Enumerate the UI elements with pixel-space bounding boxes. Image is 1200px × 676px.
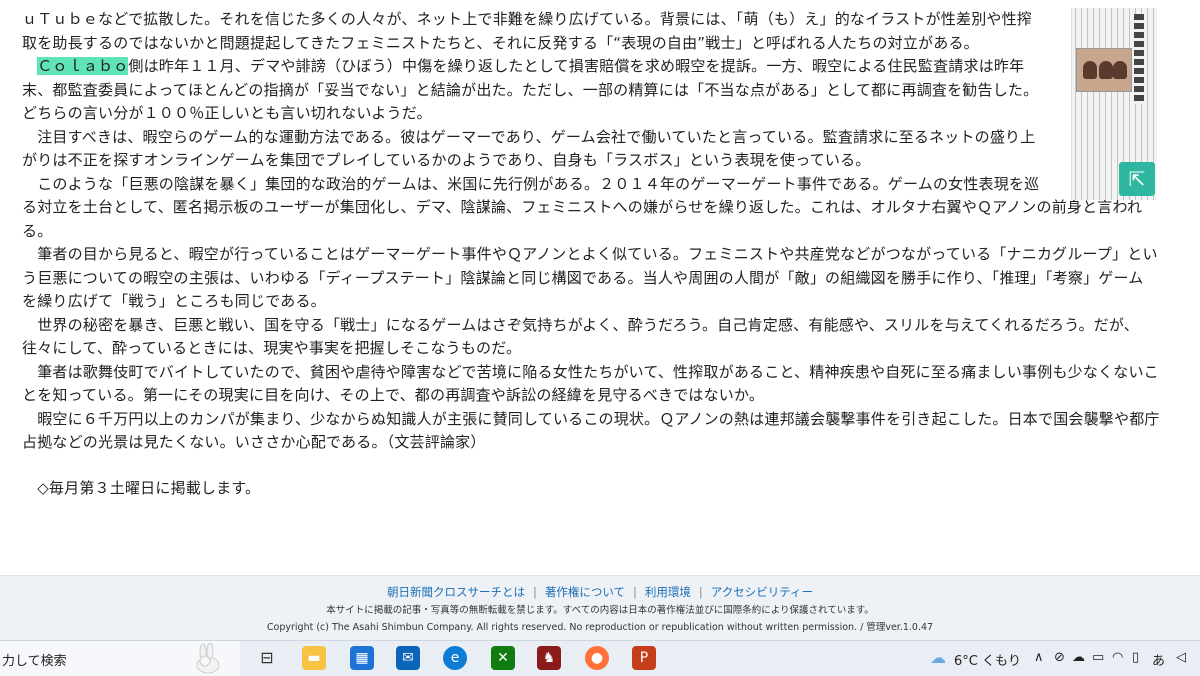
mail-icon[interactable]: ✉	[396, 646, 420, 670]
article-line: 筆者は歌舞伎町でバイトしていたので、貧困や虐待や障害などで苦境に陥る女性たちがい…	[22, 362, 1159, 381]
wifi-icon[interactable]: ◠	[1112, 650, 1123, 665]
article-line: う巨悪についての暇空の主張は、いわゆる「ディープステート」陰謀論と同じ構図である…	[22, 268, 1144, 287]
article-line: ｕＴｕｂｅなどで拡散した。それを信じた多くの人々が、ネット上で非難を繰り広げてい…	[22, 10, 1033, 28]
footer-copyright: Copyright (c) The Asahi Shimbun Company.…	[266, 622, 934, 633]
article-line: 筆者の目から見ると、暇空が行っていることはゲーマーゲート事件やＱアノンとよく似て…	[22, 245, 1158, 263]
taskbar-search[interactable]: 力して検索	[0, 641, 240, 676]
edge-browser-icon[interactable]: e	[443, 646, 467, 670]
weather-text[interactable]: 6°C くもり	[954, 650, 1021, 669]
article-line: 注目すべきは、暇空らのゲーム的な運動方法である。彼はゲーマーであり、ゲーム会社で…	[22, 127, 1036, 146]
cloud-sync-icon[interactable]: ☁	[1072, 650, 1085, 665]
clipping-photo	[1076, 48, 1132, 92]
microsoft-store-icon[interactable]: ▦	[350, 646, 374, 670]
article-line: 往々にして、酔っているときには、現実や事実を把握しそこなうものだ。	[22, 339, 522, 357]
footer-links: 朝日新聞クロスサーチとは | 著作権について | 利用環境 | アクセシビリティー	[386, 585, 813, 599]
article-line: 末、都監査委員によってほとんどの指摘が「妥当でない」と結論が出た。ただし、一部の…	[22, 80, 1039, 99]
xbox-icon[interactable]: ✕	[491, 646, 515, 670]
footer-link-environment[interactable]: 利用環境	[645, 585, 691, 599]
article-line: 世界の秘密を暴き、巨悪と戦い、国を守る「戦士」になるゲームはさぞ気持ちがよく、酔…	[22, 315, 1140, 334]
article-line: る対立を土台として、匿名掲示板のユーザーが集団化し、デマ、陰謀論、フェミニストへ…	[22, 198, 1143, 216]
expand-view-icon[interactable]: ⇱	[1119, 162, 1155, 196]
game-app-icon[interactable]: ♞	[537, 646, 561, 670]
cloud-weather-icon[interactable]: ☁	[930, 648, 946, 667]
search-placeholder: 力して検索	[2, 654, 67, 669]
battery-icon[interactable]: ▭	[1092, 650, 1104, 665]
footer-link-copyright[interactable]: 著作権について	[545, 585, 625, 599]
article-line: がりは不正を探すオンラインゲームを集団でプレイしているかのようであり、自身も「ラ…	[22, 151, 871, 169]
schedule-note: ◇毎月第３土曜日に掲載します。	[22, 478, 261, 497]
article-line: 占拠などの光景は見たくない。いささか心配である。（文芸評論家）	[22, 433, 486, 451]
article-text: 側は昨年１１月、デマや誹謗（ひぼう）中傷を繰り返したとして損害賠償を求め暇空を提…	[128, 57, 1025, 75]
task-view-icon[interactable]: ⊟	[255, 646, 279, 670]
search-highlight: Ｃｏｌａｂｏ	[37, 57, 129, 75]
chevron-up-icon[interactable]: ∧	[1034, 650, 1044, 665]
article-line: 取を助長するのではないかと問題提起してきたフェミニストたちと、それに反発する「“…	[22, 33, 979, 52]
article-line: 暇空に６千万円以上のカンパが集まり、少なからぬ知識人が主張に賛同しているこの現状…	[22, 409, 1160, 428]
windows-taskbar: 力して検索 ⊟ ▬ ▦ ✉ e ✕ ♞ ● P ☁ 6°C くもり ∧ ⊘ ☁ …	[0, 640, 1200, 676]
article-line: る。	[22, 221, 53, 240]
network-off-icon[interactable]: ⊘	[1054, 650, 1065, 665]
ime-icon[interactable]: あ	[1152, 650, 1165, 669]
rabbit-icon	[196, 643, 220, 674]
article-body: ｕＴｕｂｅなどで拡散した。それを信じた多くの人々が、ネット上で非難を繰り広げてい…	[22, 8, 1170, 500]
article-line: Ｃｏｌａｂｏ側は昨年１１月、デマや誹謗（ひぼう）中傷を繰り返したとして損害賠償を…	[22, 55, 1170, 79]
article-line: を繰り広げて「戦う」ところも同じである。	[22, 292, 326, 310]
powerpoint-icon[interactable]: P	[632, 646, 656, 670]
speaker-icon[interactable]: ◁	[1176, 650, 1186, 665]
firefox-icon[interactable]: ●	[585, 646, 609, 670]
system-tray: ☁ 6°C くもり ∧ ⊘ ☁ ▭ ◠ ▯ あ ◁	[930, 641, 1200, 676]
footer-link-accessibility[interactable]: アクセシビリティー	[711, 585, 813, 599]
footer-notice: 本サイトに掲載の記事・写真等の無断転載を禁じます。すべての内容は日本の著作権法並…	[326, 605, 874, 616]
article-line: とを知っている。第一にその現実に目を向け、その上で、都の再調査や訴訟の経緯を見守…	[22, 386, 765, 404]
footer-link-about[interactable]: 朝日新聞クロスサーチとは	[387, 585, 525, 599]
clipping-headline	[1134, 14, 1144, 104]
site-footer: 朝日新聞クロスサーチとは | 著作権について | 利用環境 | アクセシビリティー 本サイト…	[0, 575, 1200, 641]
article-line: どちらの言い分が１００％正しいとも言い切れないようだ。	[22, 104, 432, 122]
article-line: このような「巨悪の陰謀を暴く」集団的な政治的ゲームは、米国に先行例がある。２０１…	[22, 174, 1040, 193]
phone-link-icon[interactable]: ▯	[1132, 650, 1139, 665]
file-explorer-icon[interactable]: ▬	[302, 646, 326, 670]
